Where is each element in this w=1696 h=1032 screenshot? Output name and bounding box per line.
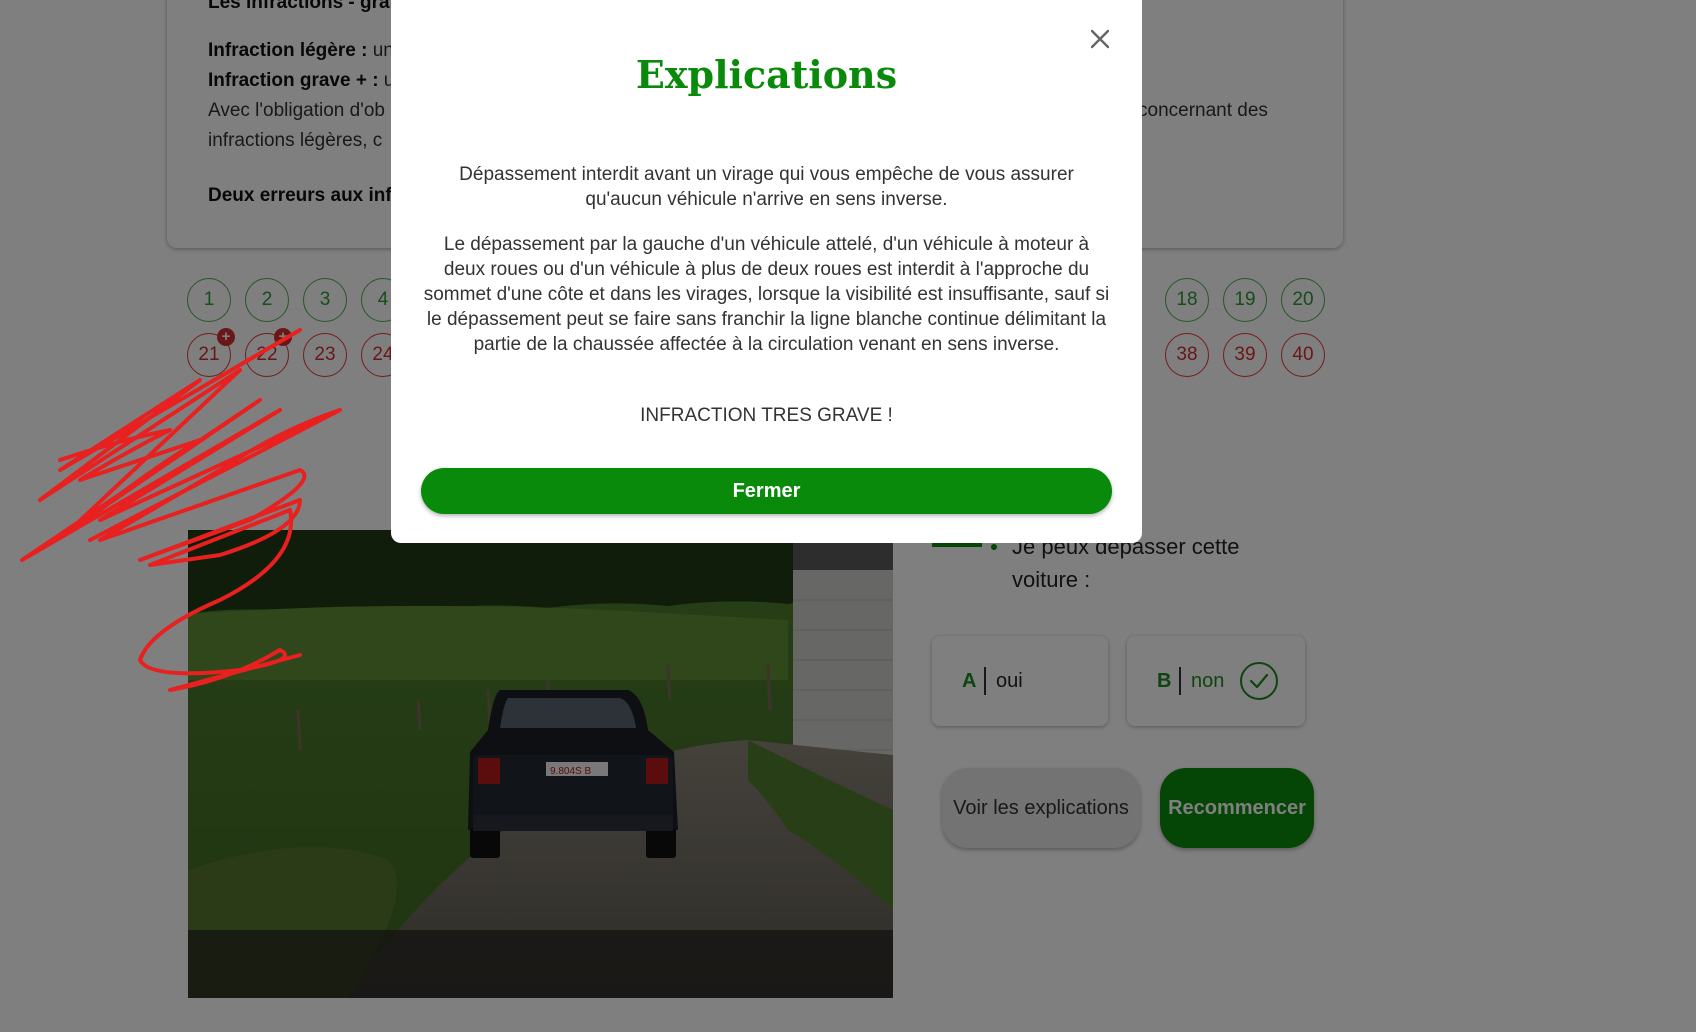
explanation-paragraph-2: Le dépassement par la gauche d'un véhicu… [423, 234, 1110, 355]
explanation-paragraph-1: Dépassement interdit avant un virage qui… [459, 164, 1074, 210]
red-scribble-annotation [20, 328, 342, 692]
explanation-verdict: INFRACTION TRES GRAVE ! [640, 405, 893, 426]
close-icon[interactable] [1083, 22, 1117, 56]
modal-title: Explications [635, 52, 898, 97]
explanations-modal: Explications Dépassement interdit avant … [391, 0, 1142, 543]
close-button[interactable]: Fermer [421, 468, 1112, 514]
